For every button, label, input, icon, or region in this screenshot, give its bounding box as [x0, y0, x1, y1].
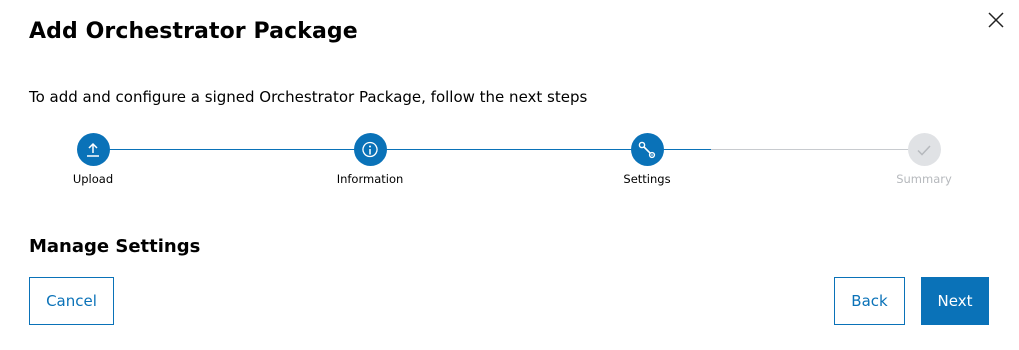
step-upload-circle — [76, 133, 110, 166]
dialog-title: Add Orchestrator Package — [29, 19, 358, 44]
section-title: Manage Settings — [29, 236, 201, 257]
step-summary: Summary — [864, 130, 984, 186]
close-icon — [988, 12, 1004, 28]
progress-stepper: Upload Information Settings Summary — [0, 130, 1019, 200]
step-settings: Settings — [587, 130, 707, 186]
back-button[interactable]: Back — [834, 277, 905, 325]
step-information: Information — [310, 130, 430, 186]
wrench-icon — [638, 141, 656, 158]
step-summary-label: Summary — [896, 172, 952, 186]
step-information-circle — [353, 133, 387, 166]
step-settings-circle — [630, 133, 664, 166]
dialog-description: To add and configure a signed Orchestrat… — [29, 88, 588, 106]
step-settings-label: Settings — [623, 172, 671, 186]
step-upload-label: Upload — [72, 172, 114, 186]
step-upload: Upload — [33, 130, 153, 186]
close-button[interactable] — [986, 10, 1006, 30]
next-button[interactable]: Next — [921, 277, 989, 325]
checkmark-icon — [917, 144, 931, 156]
info-icon — [362, 141, 378, 157]
upload-icon — [87, 142, 99, 157]
step-summary-circle — [907, 133, 941, 166]
step-information-label: Information — [336, 172, 404, 186]
cancel-button[interactable]: Cancel — [29, 277, 114, 325]
